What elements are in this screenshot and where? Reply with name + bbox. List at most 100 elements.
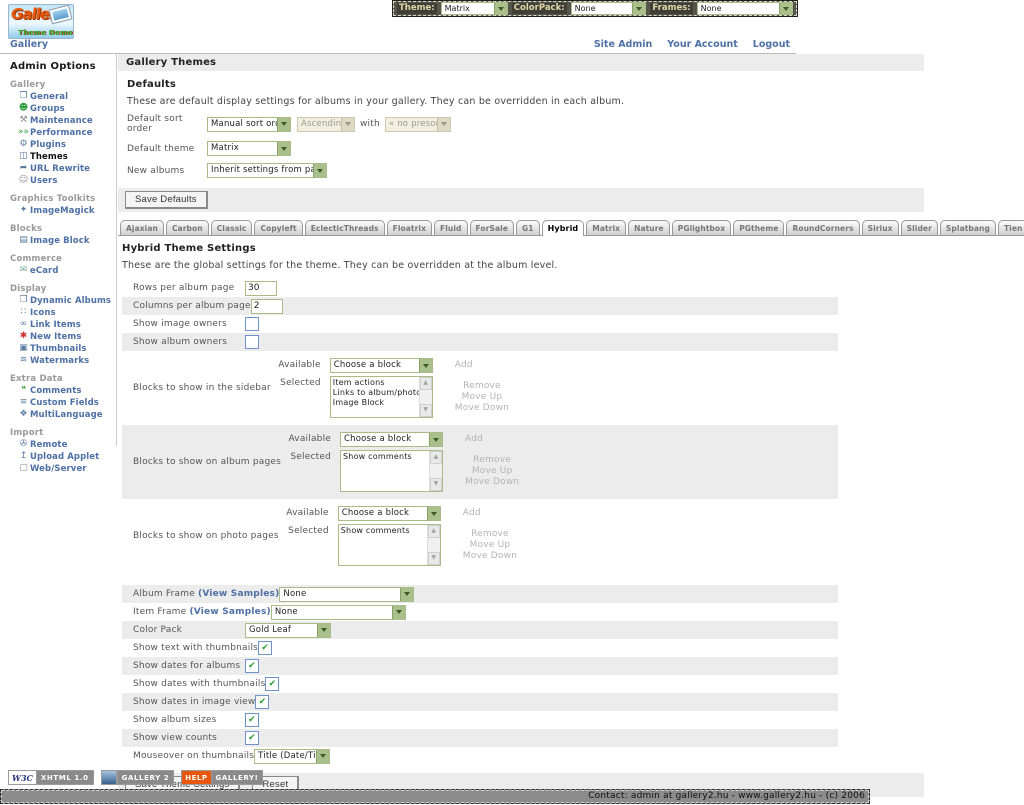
sidebar-item-url-rewrite[interactable]: ➦ URL Rewrite bbox=[17, 163, 116, 174]
scrollbar[interactable]: ▲ ▼ bbox=[419, 377, 432, 417]
tab-roundcorners[interactable]: RoundCorners bbox=[786, 220, 859, 235]
sort-order-select[interactable]: Manual sort order bbox=[207, 117, 291, 132]
photo-remove-block-link[interactable]: Remove bbox=[463, 529, 517, 540]
sidebar-item-themes[interactable]: ◫ Themes bbox=[17, 151, 116, 162]
gallery-logo[interactable]: Gallery Theme Demo bbox=[8, 4, 74, 39]
tab-copyleft[interactable]: Copyleft bbox=[254, 220, 302, 235]
tab-matrix[interactable]: Matrix bbox=[586, 220, 626, 235]
tab-splatbang[interactable]: Splatbang bbox=[940, 220, 996, 235]
tab-nature[interactable]: Nature bbox=[628, 220, 670, 235]
colorpack-select[interactable]: None bbox=[571, 2, 647, 15]
album-frame-view-samples-link[interactable]: (View Samples) bbox=[198, 589, 279, 599]
sidebar-available-block-select[interactable]: Choose a block bbox=[330, 358, 433, 373]
sidebar-item-watermarks[interactable]: ≋ Watermarks bbox=[17, 355, 116, 366]
sidebar-item-remote[interactable]: ✇ Remote bbox=[17, 439, 116, 450]
sidebar-item-performance[interactable]: »» Performance bbox=[17, 127, 116, 138]
sidebar-move-down-link[interactable]: Move Down bbox=[455, 403, 509, 414]
sidebar-item-ecard[interactable]: ✉ eCard bbox=[17, 265, 116, 276]
tab-pglightbox[interactable]: PGlightbox bbox=[672, 220, 731, 235]
album-selected-blocks-listbox[interactable]: Show comments ▲ ▼ bbox=[340, 450, 443, 492]
item-frame-view-samples-link[interactable]: (View Samples) bbox=[189, 607, 270, 617]
sidebar-item-imagemagick[interactable]: ✦ ImageMagick bbox=[17, 205, 116, 216]
scrollbar[interactable]: ▲ ▼ bbox=[429, 451, 442, 491]
theme-select[interactable]: Matrix bbox=[441, 2, 508, 15]
photo-available-block-select[interactable]: Choose a block bbox=[338, 506, 441, 521]
show-album-owners-checkbox[interactable] bbox=[245, 335, 259, 349]
sidebar-item-web-server[interactable]: ▢ Web/Server bbox=[17, 463, 116, 474]
gallery-breadcrumb-link[interactable]: Gallery bbox=[10, 39, 48, 50]
new-albums-select[interactable]: Inherit settings from parent album bbox=[207, 163, 327, 178]
w3c-xhtml-badge[interactable]: W3C XHTML 1.0 bbox=[8, 770, 94, 785]
logout-link[interactable]: Logout bbox=[753, 39, 790, 50]
sidebar-item-link-items[interactable]: ∞ Link Items bbox=[17, 319, 116, 330]
sidebar-item-upload-applet[interactable]: ↥ Upload Applet bbox=[17, 451, 116, 462]
scroll-up-icon[interactable]: ▲ bbox=[420, 377, 432, 390]
tab-g1[interactable]: G1 bbox=[516, 220, 540, 235]
show-dates-thumbnails-checkbox[interactable]: ✔ bbox=[265, 677, 279, 691]
album-remove-block-link[interactable]: Remove bbox=[465, 455, 519, 466]
sidebar-item-thumbnails[interactable]: ▣ Thumbnails bbox=[17, 343, 116, 354]
tab-tien[interactable]: Tien bbox=[998, 220, 1024, 235]
scroll-down-icon[interactable]: ▼ bbox=[420, 404, 432, 417]
photo-add-block-link[interactable]: Add bbox=[463, 506, 481, 518]
show-view-counts-checkbox[interactable]: ✔ bbox=[245, 731, 259, 745]
album-move-up-link[interactable]: Move Up bbox=[465, 466, 519, 477]
sidebar-selected-blocks-listbox[interactable]: Item actions Links to album/photo peers … bbox=[330, 376, 433, 418]
scroll-down-icon[interactable]: ▼ bbox=[428, 552, 440, 565]
sidebar-item-custom-fields[interactable]: ≡ Custom Fields bbox=[17, 397, 116, 408]
tab-eclecticthreads[interactable]: EclecticThreads bbox=[305, 220, 385, 235]
tab-ajaxian[interactable]: Ajaxian bbox=[120, 220, 164, 235]
sidebar-item-general[interactable]: ❐ General bbox=[17, 91, 116, 102]
sidebar-item-groups[interactable]: ☻ Groups bbox=[17, 103, 116, 114]
sidebar-item-multilanguage[interactable]: ❖ MultiLanguage bbox=[17, 409, 116, 420]
site-admin-link[interactable]: Site Admin bbox=[594, 39, 652, 50]
tab-carbon[interactable]: Carbon bbox=[166, 220, 209, 235]
sidebar-remove-block-link[interactable]: Remove bbox=[455, 381, 509, 392]
tab-floatrix[interactable]: Floatrix bbox=[387, 220, 432, 235]
show-text-thumbnails-checkbox[interactable]: ✔ bbox=[258, 641, 272, 655]
list-item[interactable]: Show comments bbox=[343, 452, 429, 462]
sidebar-add-block-link[interactable]: Add bbox=[455, 358, 473, 370]
color-pack-select[interactable]: Gold Leaf bbox=[245, 623, 331, 638]
save-defaults-button[interactable]: Save Defaults bbox=[125, 191, 208, 209]
sidebar-item-dynamic-albums[interactable]: ❒ Dynamic Albums bbox=[17, 295, 116, 306]
frames-select[interactable]: None bbox=[697, 2, 793, 15]
tab-forsale[interactable]: ForSale bbox=[470, 220, 515, 235]
help-gallery-badge[interactable]: HELP GALLERY! bbox=[181, 770, 263, 785]
scroll-down-icon[interactable]: ▼ bbox=[430, 478, 442, 491]
scroll-up-icon[interactable]: ▲ bbox=[428, 525, 440, 538]
tab-siriux[interactable]: Siriux bbox=[862, 220, 899, 235]
sidebar-item-users[interactable]: ☺ Users bbox=[17, 175, 116, 186]
tab-fluid[interactable]: Fluid bbox=[434, 220, 467, 235]
gallery2-badge[interactable]: GALLERY 2 bbox=[101, 770, 175, 785]
sidebar-item-image-block[interactable]: ▤ Image Block bbox=[17, 235, 116, 246]
tab-hybrid[interactable]: Hybrid bbox=[542, 220, 585, 236]
list-item[interactable]: Links to album/photo peers bbox=[333, 388, 419, 398]
scrollbar[interactable]: ▲ ▼ bbox=[427, 525, 440, 565]
show-album-sizes-checkbox[interactable]: ✔ bbox=[245, 713, 259, 727]
sidebar-item-plugins[interactable]: ⚙ Plugins bbox=[17, 139, 116, 150]
album-frame-select[interactable]: None bbox=[279, 587, 414, 602]
album-move-down-link[interactable]: Move Down bbox=[465, 477, 519, 488]
sidebar-item-comments[interactable]: ❝ Comments bbox=[17, 385, 116, 396]
show-image-owners-checkbox[interactable] bbox=[245, 317, 259, 331]
tab-slider[interactable]: Slider bbox=[901, 220, 938, 235]
show-dates-albums-checkbox[interactable]: ✔ bbox=[245, 659, 259, 673]
tab-classic[interactable]: Classic bbox=[211, 220, 253, 235]
item-frame-select[interactable]: None bbox=[271, 605, 406, 620]
album-add-block-link[interactable]: Add bbox=[465, 432, 483, 444]
columns-per-page-input[interactable] bbox=[251, 299, 283, 314]
tab-pgtheme[interactable]: PGtheme bbox=[733, 220, 784, 235]
mouseover-select[interactable]: Title (Date/Time) bbox=[254, 749, 330, 764]
your-account-link[interactable]: Your Account bbox=[667, 39, 738, 50]
list-item[interactable]: Show comments bbox=[341, 526, 427, 536]
sidebar-item-new-items[interactable]: ✱ New Items bbox=[17, 331, 116, 342]
scroll-up-icon[interactable]: ▲ bbox=[430, 451, 442, 464]
photo-selected-blocks-listbox[interactable]: Show comments ▲ ▼ bbox=[338, 524, 441, 566]
album-available-block-select[interactable]: Choose a block bbox=[340, 432, 443, 447]
list-item[interactable]: Image Block bbox=[333, 398, 419, 408]
sidebar-move-up-link[interactable]: Move Up bbox=[455, 392, 509, 403]
list-item[interactable]: Item actions bbox=[333, 378, 419, 388]
photo-move-down-link[interactable]: Move Down bbox=[463, 551, 517, 562]
photo-move-up-link[interactable]: Move Up bbox=[463, 540, 517, 551]
